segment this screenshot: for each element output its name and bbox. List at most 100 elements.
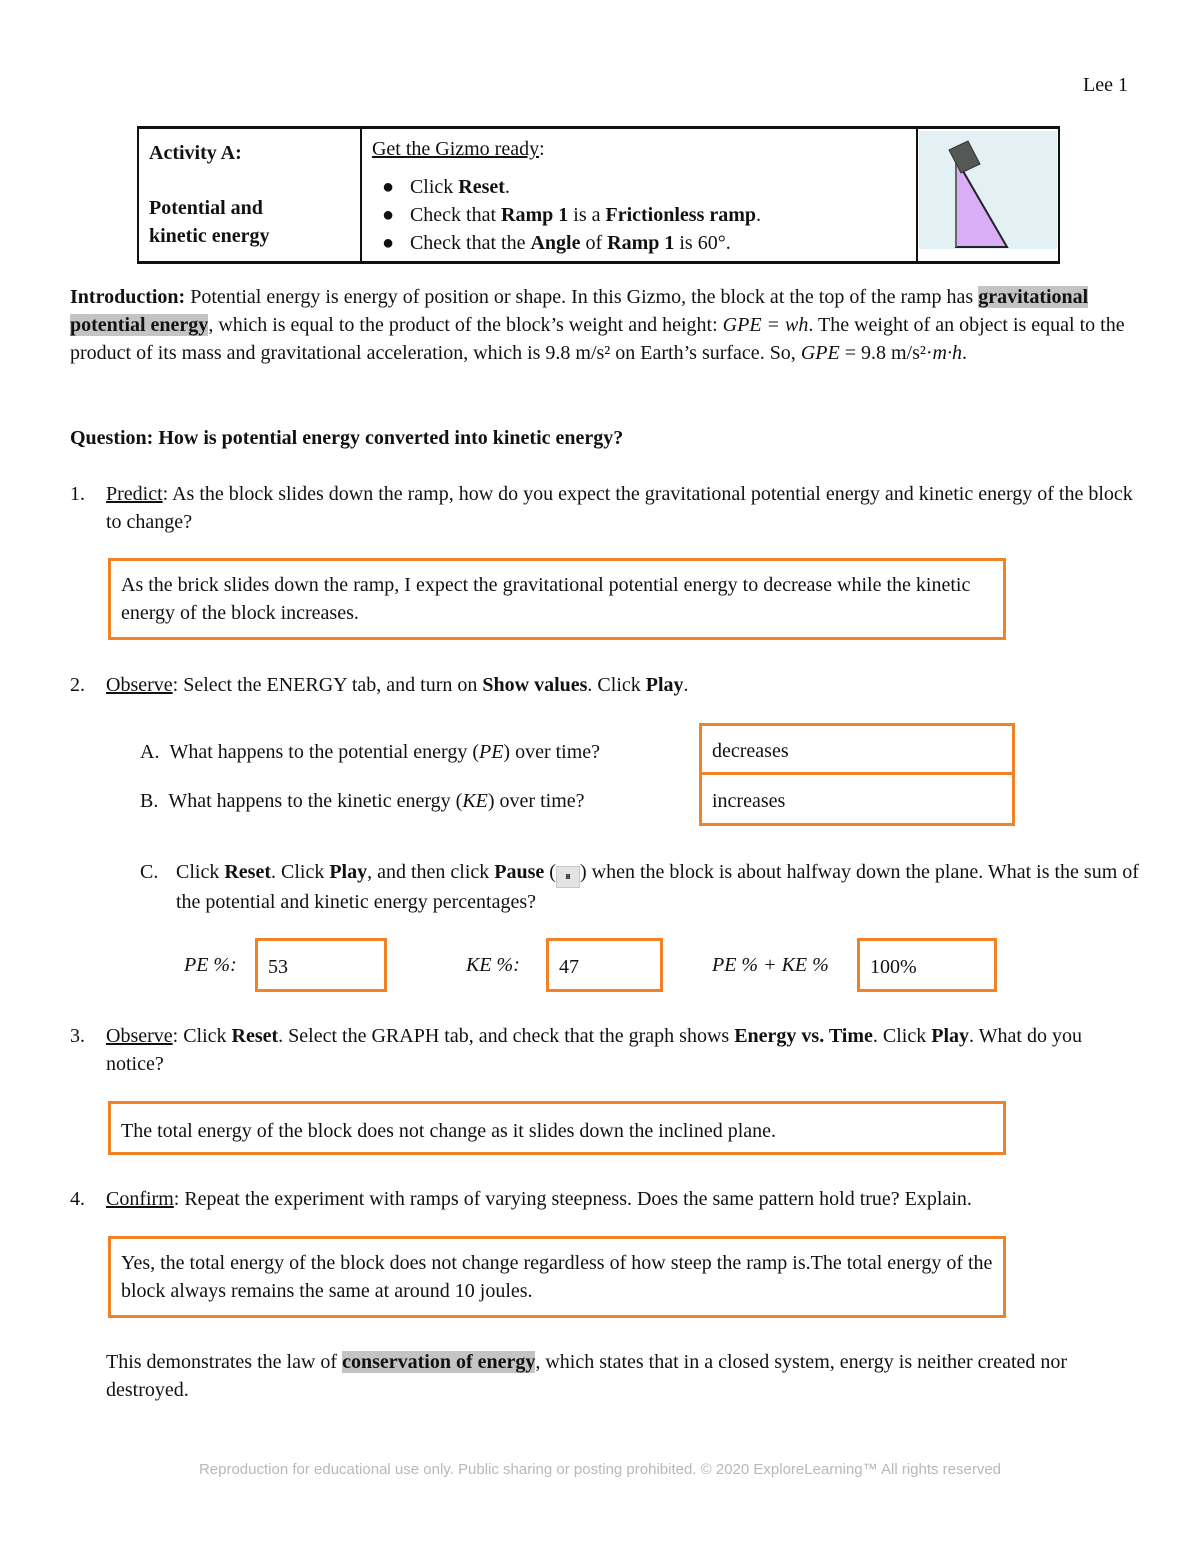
- pe-percent-label: PE %:: [184, 954, 237, 976]
- sum-percent-label: PE % + KE %: [712, 954, 829, 976]
- formula: m·h: [932, 342, 962, 364]
- variable: PE: [478, 741, 504, 763]
- text: , which is equal to the product of the b…: [208, 314, 723, 336]
- heading-suffix: :: [539, 138, 545, 160]
- activity-topic-line1: Potential and: [149, 197, 263, 219]
- instruction-item: ● Check that Ramp 1 is a Frictionless ram…: [382, 201, 906, 229]
- bold-text: Reset: [458, 176, 505, 198]
- activity-label: Activity A:: [149, 142, 242, 164]
- bold-text: Energy vs. Time: [734, 1025, 873, 1047]
- question-label: Predict: [106, 483, 163, 505]
- instruction-list: ● Click Reset. ● Check that Ramp 1 is a Fr…: [372, 173, 906, 257]
- question-1: 1. Predict: As the block slides down the …: [70, 480, 1140, 536]
- pause-icon: ⏸: [555, 866, 580, 888]
- text: Potential energy is energy of position o…: [185, 286, 979, 308]
- text: What happens to the kinetic energy (: [168, 790, 463, 812]
- text: .: [683, 674, 689, 696]
- answer-box-q2b[interactable]: increases: [699, 772, 1015, 826]
- question-text: : As the block slides down the ramp, how…: [106, 483, 1133, 533]
- question-3: 3. Observe: Click Reset. Select the GRAPH…: [70, 1022, 1140, 1078]
- text: (: [544, 861, 556, 883]
- text: is 60°.: [674, 232, 731, 254]
- sub-letter: A.: [140, 741, 160, 763]
- bold-text: Frictionless ramp: [605, 204, 757, 226]
- ke-percent-input[interactable]: 47: [546, 938, 663, 992]
- question-2b: B. What happens to the kinetic energy (K…: [140, 787, 585, 815]
- text: . Click: [872, 1025, 932, 1047]
- bold-text: Play: [645, 674, 684, 696]
- ramp-with-block-illustration-icon: [918, 131, 1057, 249]
- bold-text: Play: [931, 1025, 970, 1047]
- conclusion-paragraph: This demonstrates the law of conservatio…: [106, 1348, 1136, 1404]
- instruction-item: ● Check that the Angle of Ramp 1 is 60°.: [382, 229, 906, 257]
- bold-text: Show values: [482, 674, 588, 696]
- text: . Click: [270, 861, 330, 883]
- question-label: Observe: [106, 1025, 173, 1047]
- variable: KE: [462, 790, 488, 812]
- answer-box-q2a[interactable]: decreases: [699, 723, 1015, 775]
- text: Check that: [409, 204, 502, 226]
- bold-text: Play: [329, 861, 368, 883]
- ke-percent-label: KE %:: [466, 954, 520, 976]
- text: of: [580, 232, 608, 254]
- activity-title-cell: Activity A: Potential and kinetic energy: [137, 126, 362, 264]
- question-number: 2.: [70, 674, 85, 696]
- formula: GPE: [800, 342, 840, 364]
- text: , and then click: [367, 861, 495, 883]
- question-text: : Repeat the experiment with ramps of va…: [173, 1188, 972, 1210]
- sub-letter: C.: [140, 861, 159, 883]
- text: Click: [409, 176, 459, 198]
- text: is a: [568, 204, 606, 226]
- sum-percent-input[interactable]: 100%: [857, 938, 997, 992]
- text: .: [756, 204, 762, 226]
- text: : Click: [172, 1025, 232, 1047]
- answer-box-q1[interactable]: As the brick slides down the ramp, I exp…: [108, 558, 1006, 640]
- page-header-label: Lee 1: [1083, 74, 1128, 96]
- pe-percent-input[interactable]: 53: [255, 938, 387, 992]
- text: This demonstrates the law of: [106, 1351, 343, 1373]
- text: Check that the: [409, 232, 531, 254]
- text: : Select the ENERGY tab, and turn on: [172, 674, 483, 696]
- answer-box-q4[interactable]: Yes, the total energy of the block does …: [108, 1236, 1006, 1318]
- text: What happens to the potential energy (: [169, 741, 479, 763]
- introduction-label: Introduction:: [70, 286, 186, 308]
- bullet-icon: ●: [381, 232, 395, 254]
- bullet-icon: ●: [381, 204, 395, 226]
- text: = 9.8 m/s²·: [839, 342, 933, 364]
- text: .: [962, 342, 967, 364]
- question-number: 1.: [70, 483, 85, 505]
- question-4: 4. Confirm: Repeat the experiment with ra…: [70, 1185, 1140, 1213]
- text: Click: [176, 861, 225, 883]
- bold-text: Ramp 1: [501, 204, 569, 226]
- text: ) over time?: [487, 790, 585, 812]
- text: ) over time?: [503, 741, 601, 763]
- activity-table: Activity A: Potential and kinetic energy…: [137, 126, 1061, 264]
- instructions-heading: Get the Gizmo ready: [371, 138, 540, 160]
- bold-text: Angle: [530, 232, 581, 254]
- bold-text: Ramp 1: [607, 232, 675, 254]
- question-2a: A. What happens to the potential energy …: [140, 738, 600, 766]
- instruction-item: ● Click Reset.: [382, 173, 906, 201]
- question-number: 4.: [70, 1188, 85, 1210]
- bold-text: Reset: [224, 861, 271, 883]
- question-label: Observe: [106, 674, 173, 696]
- activity-image-cell: [915, 126, 1061, 264]
- bold-text: Pause: [494, 861, 545, 883]
- highlighted-term: conservation of energy: [342, 1351, 536, 1373]
- main-question: Question: How is potential energy conver…: [70, 427, 624, 449]
- activity-instructions-cell: Get the Gizmo ready: ● Click Reset. ● Chec…: [359, 126, 918, 264]
- activity-topic-line2: kinetic energy: [149, 225, 270, 247]
- answer-box-q3[interactable]: The total energy of the block does not c…: [108, 1101, 1006, 1155]
- question-label: Confirm: [106, 1188, 174, 1210]
- text: .: [504, 176, 510, 198]
- text: . Click: [587, 674, 646, 696]
- question-number: 3.: [70, 1025, 85, 1047]
- question-2c: C. Click Reset. Click Play, and then clic…: [140, 858, 1140, 916]
- sub-letter: B.: [140, 790, 159, 812]
- bold-text: Reset: [231, 1025, 279, 1047]
- introduction-paragraph: Introduction: Potential energy is energy…: [70, 283, 1140, 367]
- bullet-icon: ●: [381, 176, 395, 198]
- copyright-footer: Reproduction for educational use only. P…: [198, 1461, 1002, 1478]
- question-2: 2. Observe: Select the ENERGY tab, and tu…: [70, 671, 1140, 699]
- formula: GPE = wh: [722, 314, 809, 336]
